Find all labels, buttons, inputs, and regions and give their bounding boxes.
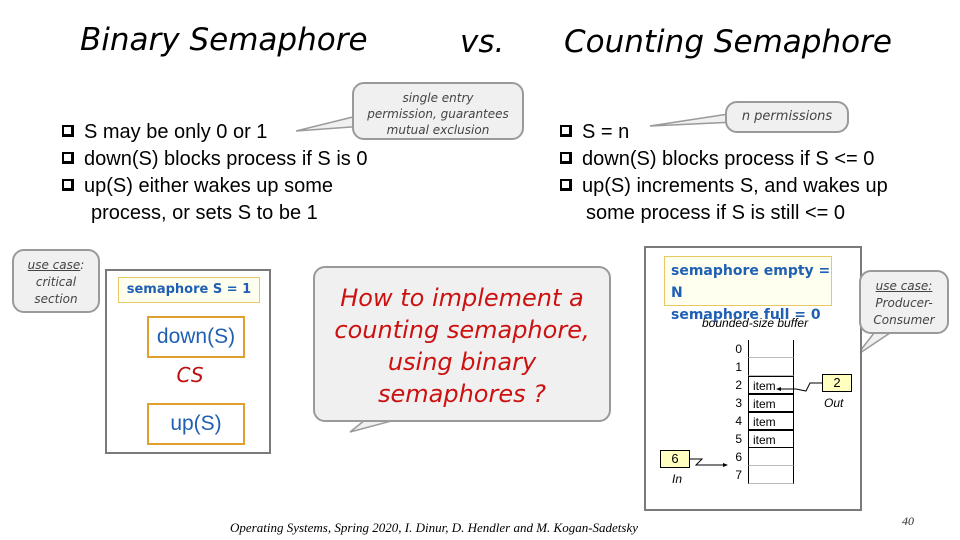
question-callout: How to implement a counting semaphore, u… [313,266,611,422]
usecase-line: critical [35,275,77,289]
callout-line: mutual exclusion [386,123,490,137]
out-arrow-icon [778,382,822,392]
counting-bullet: up(S) increments S, and wakes up [560,173,940,200]
counting-bullet: down(S) blocks process if S <= 0 [560,146,940,173]
usecase-producer-callout: use case: Producer- Consumer [859,270,949,334]
checkbox-bullet-icon [560,125,572,137]
in-arrow-icon [690,458,724,466]
bullet-text: up(S) increments S, and wakes up [582,175,888,197]
critical-section-example: semaphore S = 1 down(S) CS up(S) [105,269,271,454]
usecase-critical-callout: use case: critical section [12,249,100,313]
bullet-text: down(S) blocks process if S <= 0 [582,148,875,170]
in-pointer-box: 6 [660,450,690,468]
question-line: semaphores ? [378,380,546,408]
question-line: How to implement a [340,284,584,312]
out-arrowhead-icon [776,387,781,391]
footer-text: Operating Systems, Spring 2020, I. Dinur… [230,520,639,535]
in-pointer-label: In [672,472,683,486]
bullet-text: S = n [582,121,630,143]
checkbox-bullet-icon [560,179,572,191]
usecase-label: use case: [875,279,933,293]
question-line: counting semaphore, [334,316,590,344]
page-number: 40 [902,514,914,528]
usecase-colon: : [80,258,85,272]
usecase-line: section [34,292,78,306]
counting-callout: n permissions [725,101,849,133]
bullet-continuation: some process if S is still <= 0 [586,202,845,224]
critical-section-label: CS [176,363,204,387]
in-arrowhead-icon [723,463,728,467]
down-operation: down(S) [147,316,245,358]
question-line: using binary [387,348,537,376]
usecase-label-text: use case [27,258,81,272]
producer-consumer-example: semaphore empty = N semaphore full = 0 b… [644,246,862,511]
checkbox-bullet-icon [560,152,572,164]
up-operation: up(S) [147,403,245,445]
callout-line: single entry [402,91,474,105]
counting-bullet-list: S = n down(S) blocks process if S <= 0 u… [560,119,940,227]
usecase-line: Consumer [873,313,935,327]
usecase-line: Producer- [875,296,933,310]
semaphore-declaration: semaphore S = 1 [118,277,260,303]
callout-line: permission, guarantees [367,107,509,121]
usecase-label: use case: [14,257,98,274]
binary-callout: single entry permission, guarantees mutu… [352,82,524,140]
